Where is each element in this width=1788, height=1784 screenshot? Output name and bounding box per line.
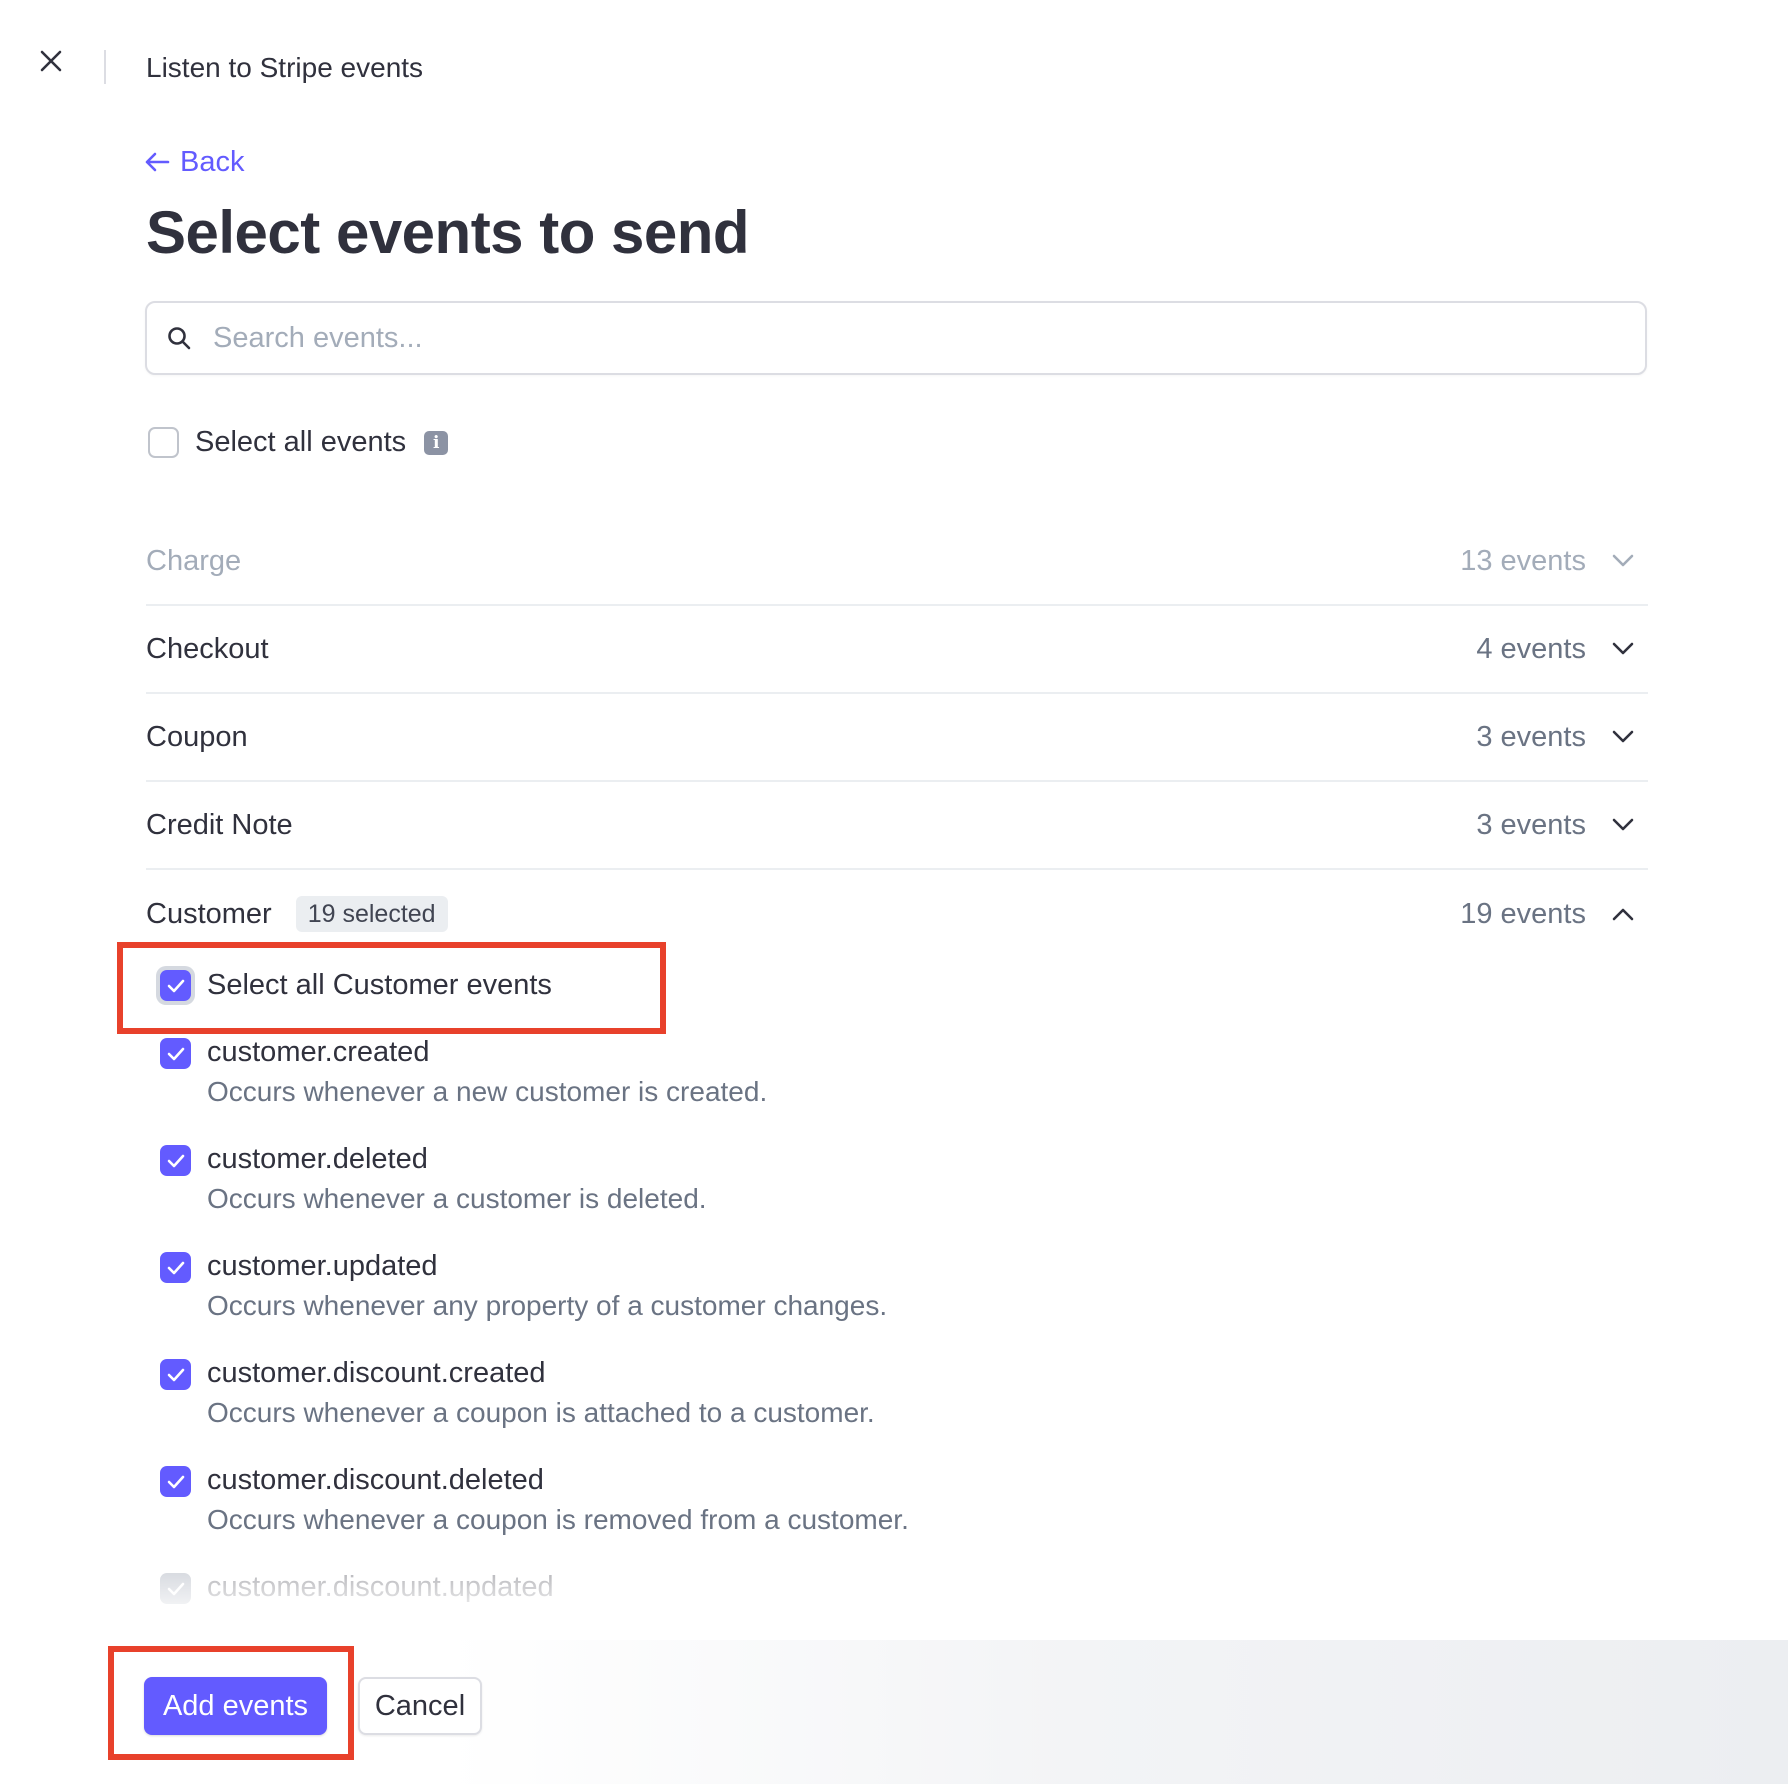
- back-link[interactable]: Back: [144, 144, 244, 180]
- category-credit-note[interactable]: Credit Note 3 events: [146, 782, 1648, 870]
- chevron-down-icon: [1608, 634, 1638, 664]
- event-name: customer.discount.updated: [207, 1571, 554, 1603]
- topbar-title: Listen to Stripe events: [146, 52, 424, 83]
- chevron-up-icon: [1608, 899, 1638, 929]
- check-icon: [167, 979, 184, 992]
- category-coupon[interactable]: Coupon 3 events: [146, 694, 1648, 782]
- event-description: Occurs whenever a customer is deleted.: [207, 1183, 707, 1214]
- category-name: Credit Note: [146, 808, 293, 841]
- close-icon: [40, 50, 62, 72]
- topbar-divider: [104, 50, 106, 84]
- event-checkbox[interactable]: [160, 1466, 191, 1497]
- category-checkout[interactable]: Checkout 4 events: [146, 606, 1648, 694]
- event-customer-deleted: customer.deleted Occurs whenever a custo…: [160, 1141, 707, 1217]
- event-description: Occurs whenever any property of a custom…: [207, 1290, 888, 1321]
- checkbox-checked: [160, 1038, 191, 1069]
- event-customer-updated: customer.updated Occurs whenever any pro…: [160, 1248, 887, 1324]
- event-description: Occurs whenever a new customer is create…: [207, 1076, 768, 1107]
- checkbox-checked: [160, 1145, 191, 1176]
- checkbox-checked: [160, 970, 191, 1001]
- select-all-checkbox[interactable]: [148, 427, 179, 458]
- category-charge[interactable]: Charge 13 events: [146, 518, 1648, 606]
- event-description: Occurs whenever a coupon is attached to …: [207, 1397, 875, 1428]
- close-button[interactable]: [34, 44, 68, 78]
- category-count: 3 events: [1476, 808, 1586, 841]
- checkbox-checked: [160, 1466, 191, 1497]
- cancel-button[interactable]: Cancel: [358, 1677, 482, 1735]
- event-name: customer.deleted: [207, 1143, 428, 1175]
- selected-badge: 19 selected: [295, 896, 448, 932]
- chevron-down-icon: [1608, 810, 1638, 840]
- select-all-customer-events[interactable]: Select all Customer events: [156, 966, 552, 1005]
- info-icon[interactable]: i: [424, 430, 449, 455]
- event-name: customer.updated: [207, 1250, 438, 1282]
- category-count: 13 events: [1460, 544, 1586, 577]
- event-name: customer.discount.deleted: [207, 1464, 544, 1496]
- event-checkbox[interactable]: [160, 1359, 191, 1390]
- check-icon: [167, 1368, 184, 1381]
- checkbox-checked: [160, 1359, 191, 1390]
- select-all-label: Select all events: [195, 426, 407, 458]
- event-customer-discount-created: customer.discount.created Occurs wheneve…: [160, 1355, 875, 1431]
- select-all-customer-label: Select all Customer events: [207, 969, 552, 1001]
- event-name: customer.created: [207, 1036, 430, 1068]
- check-icon: [167, 1582, 184, 1595]
- event-customer-discount-deleted: customer.discount.deleted Occurs wheneve…: [160, 1462, 909, 1538]
- check-icon: [167, 1047, 184, 1060]
- chevron-down-icon: [1608, 546, 1638, 576]
- page: Listen to Stripe events Back Select even…: [0, 0, 1788, 1784]
- check-icon: [167, 1475, 184, 1488]
- back-label: Back: [180, 146, 245, 178]
- check-icon: [167, 1154, 184, 1167]
- category-name: Coupon: [146, 720, 248, 753]
- category-count: 4 events: [1476, 632, 1586, 665]
- event-checkbox[interactable]: [160, 1252, 191, 1283]
- check-icon: [167, 1261, 184, 1274]
- select-all-customer-checkbox[interactable]: [156, 966, 195, 1005]
- event-checkbox[interactable]: [160, 1573, 191, 1604]
- event-checkbox[interactable]: [160, 1145, 191, 1176]
- event-name: customer.discount.created: [207, 1357, 546, 1389]
- page-title: Select events to send: [146, 199, 750, 266]
- category-name: Checkout: [146, 632, 269, 665]
- checkbox-checked: [160, 1573, 191, 1604]
- search-box[interactable]: [145, 301, 1647, 375]
- arrow-left-icon: [145, 152, 170, 172]
- add-events-button[interactable]: Add events: [144, 1677, 327, 1735]
- search-icon: [168, 327, 191, 350]
- checkbox-checked: [160, 1252, 191, 1283]
- category-count: 19 events: [1460, 897, 1586, 930]
- category-count: 3 events: [1476, 720, 1586, 753]
- chevron-down-icon: [1608, 722, 1638, 752]
- search-input[interactable]: [211, 320, 1591, 356]
- event-description: Occurs whenever a coupon is removed from…: [207, 1504, 909, 1535]
- event-customer-discount-updated: customer.discount.updated: [160, 1569, 554, 1609]
- category-customer[interactable]: Customer 19 selected 19 events: [146, 870, 1648, 958]
- category-name: Customer: [146, 897, 272, 930]
- select-all-events[interactable]: Select all events i: [148, 426, 449, 459]
- event-checkbox[interactable]: [160, 1038, 191, 1069]
- event-customer-created: customer.created Occurs whenever a new c…: [160, 1034, 767, 1110]
- category-name: Charge: [146, 544, 242, 577]
